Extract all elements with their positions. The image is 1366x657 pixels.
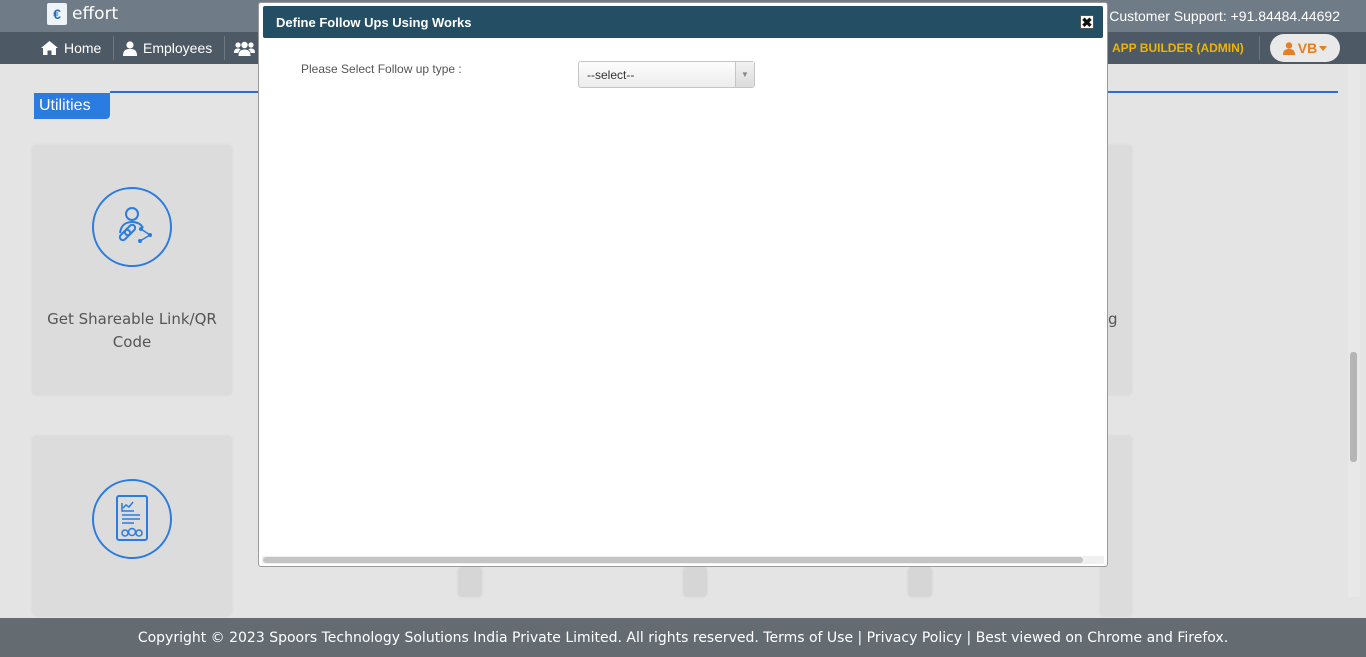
brand-logo-mark: € — [47, 3, 67, 25]
follow-ups-dialog: Define Follow Ups Using Works ✖ Please S… — [258, 2, 1108, 567]
user-menu-button[interactable]: VB — [1270, 34, 1340, 62]
user-icon — [1282, 41, 1295, 55]
select-value: --select-- — [587, 68, 635, 82]
page-scrollbar-track[interactable] — [1348, 64, 1360, 597]
caret-down-icon — [1319, 45, 1328, 51]
chevron-down-icon[interactable]: ▼ — [735, 62, 754, 87]
report-settings-icon — [92, 479, 172, 559]
home-icon — [41, 41, 58, 55]
utility-card-report[interactable] — [32, 436, 232, 616]
follow-up-type-select[interactable]: --select-- ▼ — [578, 61, 755, 88]
card-label-fragment: g — [1108, 310, 1118, 328]
dialog-title: Define Follow Ups Using Works — [276, 14, 472, 30]
report-settings-icon-svg — [116, 495, 148, 541]
section-title: Utilities — [34, 93, 110, 119]
shareable-link-icon — [92, 187, 172, 267]
nav-divider — [1259, 36, 1260, 60]
nav-item-label: Home — [64, 40, 102, 56]
utility-card-partial — [908, 567, 932, 597]
nav-divider — [113, 36, 114, 60]
users-group-icon — [234, 41, 255, 56]
user-icon — [123, 40, 137, 56]
nav-item-label: Employees — [143, 40, 213, 56]
nav-item-home[interactable]: Home — [41, 32, 101, 64]
close-icon[interactable]: ✖ — [1080, 15, 1094, 29]
user-initials: VB — [1297, 40, 1318, 56]
app-builder-admin-link[interactable]: APP BUILDER (ADMIN) — [1112, 41, 1244, 55]
utility-card-partial — [458, 567, 482, 597]
brand-name: effort — [72, 4, 119, 24]
follow-up-type-label: Please Select Follow up type : — [301, 62, 462, 76]
dialog-title-bar: Define Follow Ups Using Works — [263, 6, 1103, 38]
page-scrollbar-thumb[interactable] — [1350, 352, 1357, 462]
utility-card-shareable-link[interactable]: Get Shareable Link/QR Code — [32, 145, 232, 395]
customer-support-text: Customer Support: +91.84484.44692 — [1109, 8, 1340, 24]
nav-item-groups[interactable] — [234, 32, 255, 64]
utility-card-partial — [683, 567, 707, 597]
page-footer: Copyright © 2023 Spoors Technology Solut… — [0, 618, 1366, 657]
nav-divider — [224, 36, 225, 60]
card-label: Get Shareable Link/QR Code — [47, 310, 217, 351]
brand-logo[interactable]: € effort — [47, 3, 118, 25]
nav-item-employees[interactable]: Employees — [123, 32, 212, 64]
dialog-scrollbar-thumb[interactable] — [263, 557, 1083, 563]
shareable-link-icon-svg — [118, 207, 152, 243]
